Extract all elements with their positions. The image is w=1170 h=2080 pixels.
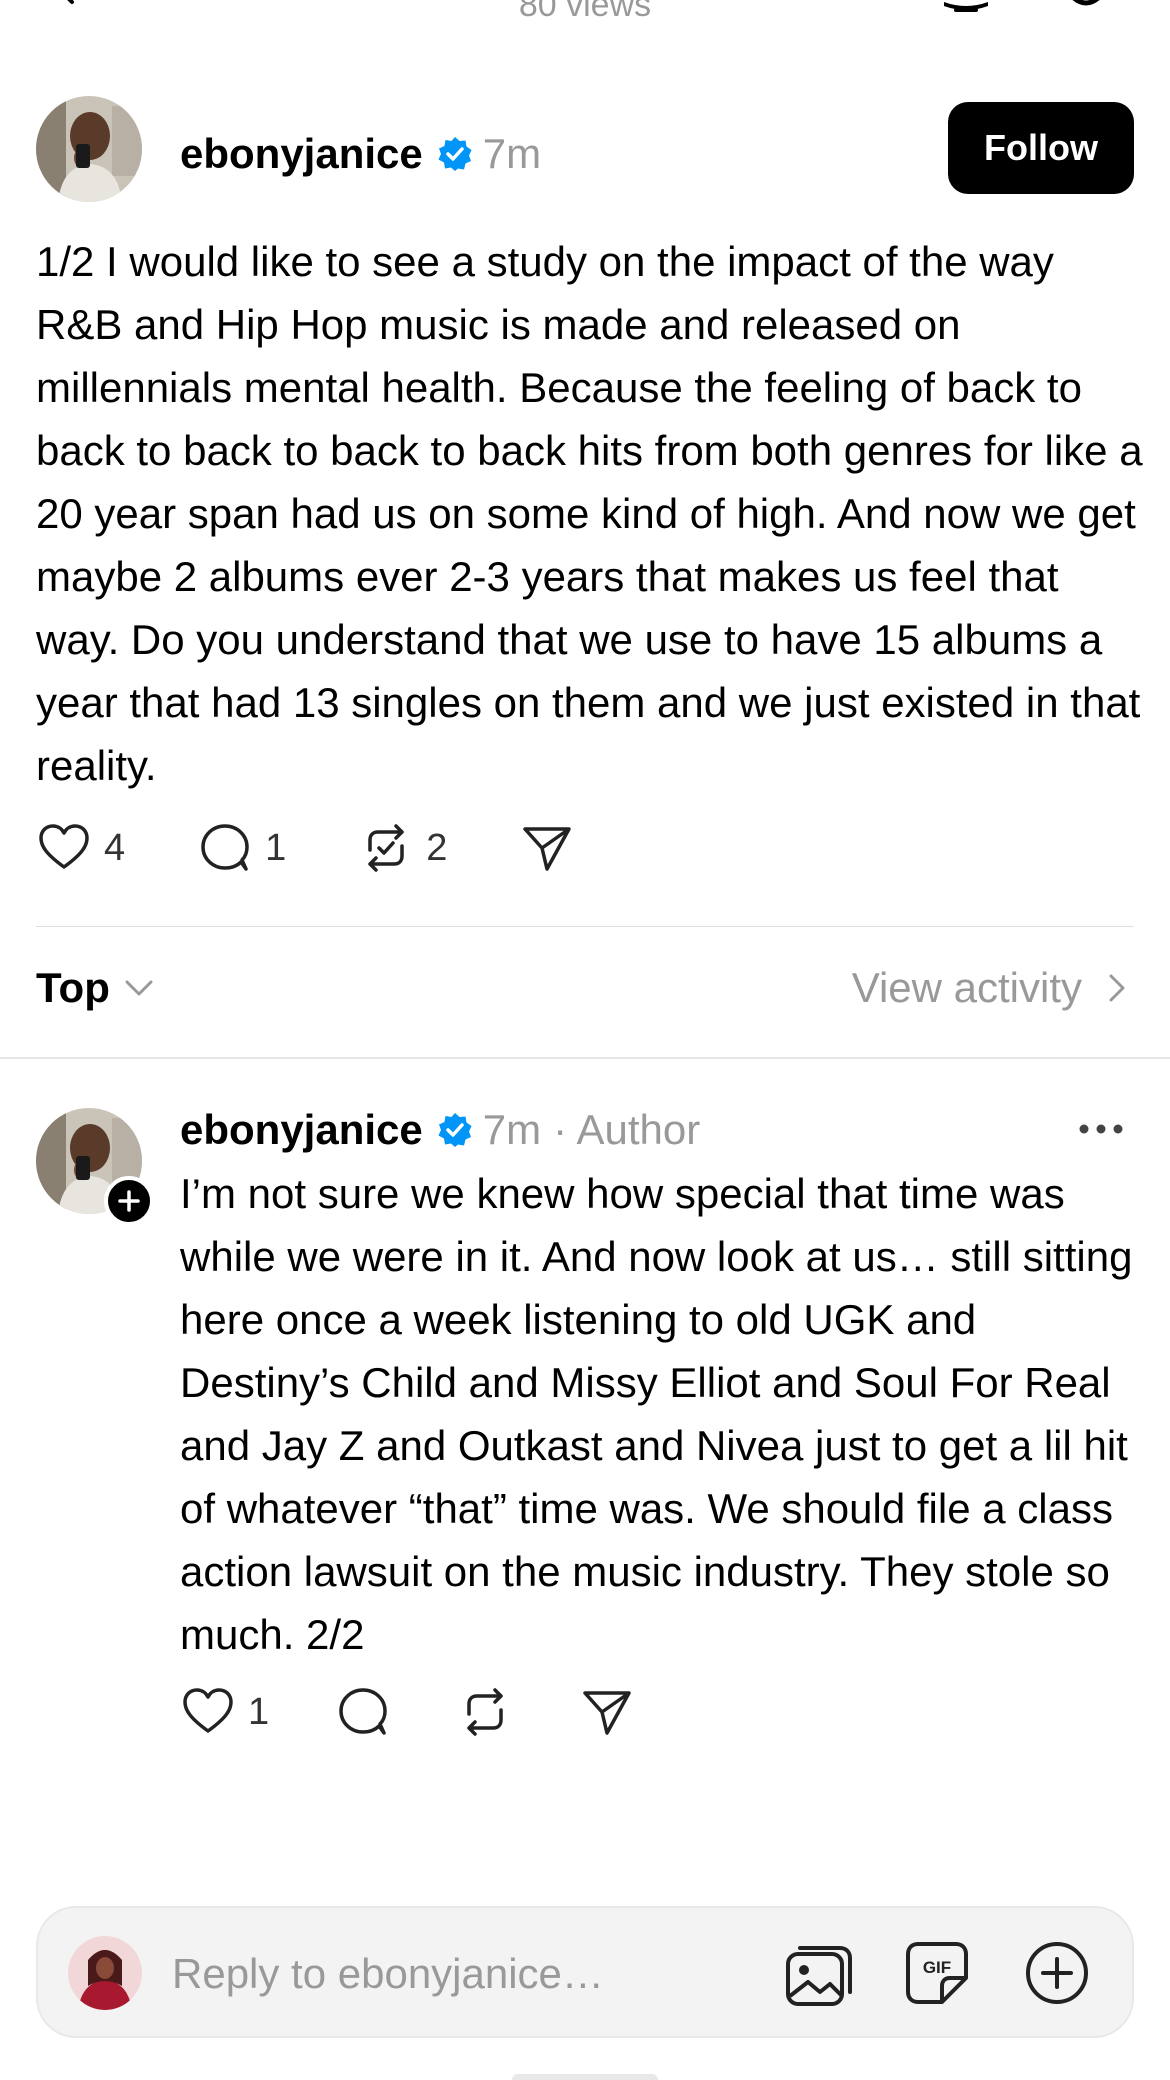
comment-icon (339, 1688, 387, 1735)
view-activity-label: View activity (851, 964, 1082, 1011)
sort-dropdown[interactable]: Top (36, 964, 156, 1012)
heart-icon (183, 1688, 233, 1733)
more-circle-icon[interactable] (1056, 0, 1116, 12)
bell-icon[interactable] (936, 0, 996, 12)
comment-time: 7m (482, 1106, 542, 1153)
sort-label: Top (36, 964, 110, 1011)
avatar (68, 1936, 142, 2010)
share-button[interactable] (519, 820, 575, 876)
verified-icon (438, 1113, 472, 1147)
like-count: 4 (104, 826, 126, 869)
share-icon (523, 827, 572, 871)
reply-composer: GIF (36, 1906, 1134, 2038)
follow-button[interactable]: Follow (948, 102, 1134, 194)
gif-icon[interactable]: GIF (904, 1940, 970, 2006)
post-time: 7m (482, 130, 542, 177)
comment-actions: 1 (180, 1684, 701, 1740)
post-actions: 4 1 2 (36, 820, 647, 876)
share-button[interactable] (579, 1684, 635, 1740)
avatar[interactable] (36, 96, 142, 202)
repost-button[interactable]: 2 (358, 820, 447, 876)
divider (36, 926, 1134, 927)
repost-count: 2 (426, 826, 448, 869)
verified-icon (438, 137, 472, 171)
view-activity-link[interactable]: View activity (852, 964, 1134, 1012)
like-button[interactable]: 1 (180, 1684, 269, 1740)
dots-icon[interactable] (1076, 1114, 1126, 1144)
username[interactable]: ebonyjanice (180, 130, 423, 178)
username[interactable]: ebonyjanice (180, 1106, 423, 1154)
comment-icon (201, 824, 249, 871)
post-text: 1/2 I would like to see a study on the i… (36, 238, 1143, 789)
like-button[interactable]: 4 (36, 820, 125, 876)
comment-text: I’m not sure we knew how special that ti… (180, 1170, 1133, 1658)
reply-input[interactable] (172, 1944, 772, 2004)
sort-row: Top View activity (0, 960, 1170, 1026)
repost-button[interactable] (457, 1684, 513, 1740)
follow-plus-button[interactable] (104, 1176, 154, 1226)
comment-button[interactable]: 1 (197, 820, 286, 876)
chevron-down-icon (125, 980, 153, 996)
top-bar: 80 views (0, 0, 1170, 40)
comment-button[interactable] (335, 1684, 391, 1740)
author-tag: · Author (553, 1106, 701, 1153)
share-icon (583, 1691, 631, 1735)
chevron-right-icon (1109, 974, 1125, 1002)
comment-count: 1 (265, 826, 287, 869)
plus-icon (118, 1190, 140, 1212)
svg-text:GIF: GIF (923, 1958, 951, 1977)
repost-icon (467, 1688, 503, 1736)
comment-header: ebonyjanice 7m · Author (180, 1100, 700, 1160)
home-indicator (512, 2074, 658, 2080)
post-header: ebonyjanice 7m (180, 124, 541, 184)
section-divider (0, 1057, 1170, 1059)
heart-icon (39, 824, 89, 869)
repost-icon (368, 824, 405, 872)
add-icon[interactable] (1024, 1940, 1090, 2006)
like-count: 1 (248, 1690, 270, 1733)
photo-icon[interactable] (784, 1940, 854, 2010)
